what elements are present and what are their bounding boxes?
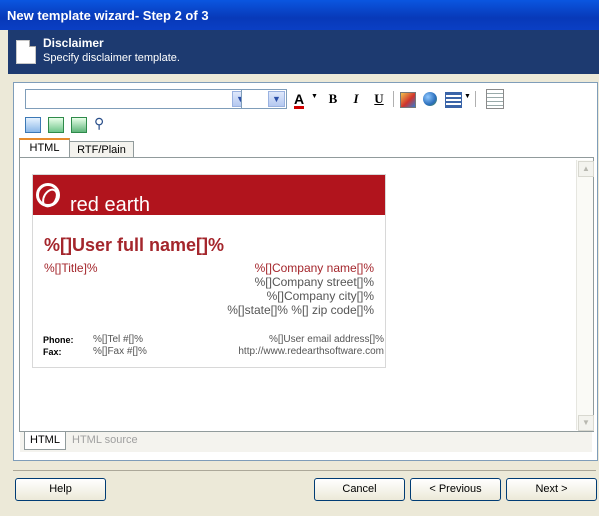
title-bar: New template wizard- Step 2 of 3 xyxy=(0,0,599,30)
tab-html[interactable]: HTML xyxy=(19,138,70,159)
scroll-up-icon[interactable]: ▲ xyxy=(578,161,594,177)
italic-button[interactable]: I xyxy=(347,90,365,108)
company-street: %[]Company street[]% xyxy=(254,275,374,289)
cancel-button[interactable]: Cancel xyxy=(314,478,405,501)
logo-subtext: software xyxy=(135,217,170,223)
window-title: New template wizard- Step 2 of 3 xyxy=(7,8,209,23)
new-document-icon[interactable] xyxy=(25,117,41,133)
open-document-icon[interactable] xyxy=(48,117,64,133)
view-tabs: HTML HTML source xyxy=(20,431,592,452)
wizard-header: Disclaimer Specify disclaimer template. xyxy=(8,30,599,74)
company-name: %[]Company name[]% xyxy=(254,261,374,275)
toolbar-separator xyxy=(475,91,476,107)
save-document-icon[interactable] xyxy=(71,117,87,133)
tel-value: %[]Tel #[]% xyxy=(93,334,144,345)
toolbar-separator xyxy=(393,91,394,107)
website-value: http://www.redearthsoftware.com xyxy=(238,346,384,357)
search-icon[interactable]: ⚲ xyxy=(94,115,104,132)
tab-html-source[interactable]: HTML source xyxy=(67,432,143,449)
previous-button[interactable]: < Previous xyxy=(410,478,501,501)
divider xyxy=(13,470,596,471)
globe-logo-icon xyxy=(36,183,60,207)
table-dropdown-icon[interactable]: ▼ xyxy=(464,93,471,100)
user-title: %[]Title]% xyxy=(44,261,98,275)
logo-text: red earth xyxy=(70,194,151,216)
insert-link-icon[interactable] xyxy=(423,92,437,106)
signature-template: red earth software %[]User full name[]% … xyxy=(32,174,386,368)
chevron-down-icon[interactable]: ▼ xyxy=(268,91,285,107)
fax-value: %[]Fax #[]% xyxy=(93,346,147,357)
document-icon xyxy=(16,40,36,64)
font-color-button[interactable]: A xyxy=(290,90,308,109)
tab-html-view[interactable]: HTML xyxy=(24,432,66,450)
user-full-name: %[]User full name[]% xyxy=(44,235,225,255)
phone-label: Phone: xyxy=(43,335,74,345)
font-size-select[interactable]: ▼ xyxy=(241,89,287,109)
notepad-icon[interactable] xyxy=(486,89,504,109)
company-city: %[]Company city[]% xyxy=(266,289,374,303)
font-name-select[interactable]: ▼ xyxy=(25,89,251,109)
state-zip: %[]state[]% %[] zip code[]% xyxy=(227,303,374,317)
vertical-scrollbar[interactable]: ▲ ▼ xyxy=(576,160,594,431)
email-value: %[]User email address[]% xyxy=(268,334,384,345)
insert-image-icon[interactable] xyxy=(400,92,416,108)
step-title: Disclaimer xyxy=(43,36,104,50)
font-color-dropdown-icon[interactable]: ▼ xyxy=(311,93,318,100)
fax-label: Fax: xyxy=(43,347,62,357)
help-button[interactable]: Help xyxy=(15,478,106,501)
bold-button[interactable]: B xyxy=(324,90,342,108)
underline-button[interactable]: U xyxy=(370,90,388,108)
logo-banner: red earth xyxy=(33,175,385,216)
next-button[interactable]: Next > xyxy=(506,478,597,501)
insert-table-icon[interactable] xyxy=(445,92,462,108)
scroll-down-icon[interactable]: ▼ xyxy=(578,415,594,431)
step-subtitle: Specify disclaimer template. xyxy=(43,52,180,64)
